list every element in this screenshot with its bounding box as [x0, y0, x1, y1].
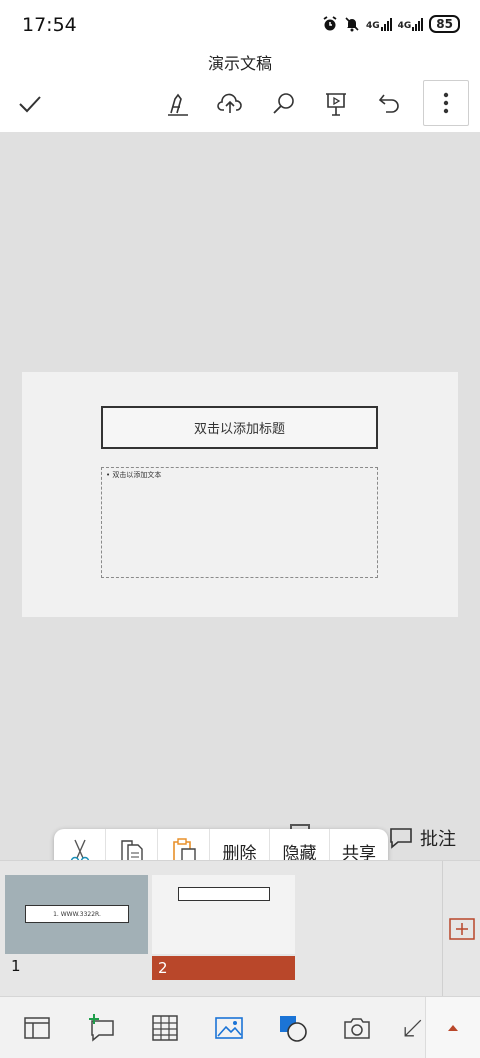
thumbnail-title-box — [178, 887, 270, 901]
comment-label: 批注 — [420, 829, 456, 850]
done-button[interactable] — [8, 84, 52, 124]
insert-shapes-button[interactable] — [276, 1011, 310, 1045]
slide-thumbnail-1[interactable]: 1. WWW.3322R. — [5, 875, 148, 954]
network-type-label: 4G — [365, 21, 380, 31]
alarm-icon — [323, 16, 337, 31]
bullet: • — [106, 471, 111, 479]
body-placeholder[interactable]: • 双击以添加文本 — [101, 467, 378, 578]
search-button[interactable] — [262, 84, 306, 124]
title-placeholder[interactable]: 双击以添加标题 — [101, 406, 378, 449]
comment-button[interactable]: 批注 — [388, 824, 456, 852]
signal-bars-icon — [412, 17, 424, 31]
battery-indicator: 85 — [429, 15, 460, 33]
thumbnail-text-box: 1. WWW.3322R. — [25, 905, 129, 923]
insert-picture-button[interactable] — [212, 1011, 246, 1045]
table-icon — [152, 1015, 178, 1041]
network-type-label: 4G — [397, 21, 412, 31]
status-icons: 4G 4G 85 — [322, 15, 460, 33]
status-time: 17:54 — [22, 14, 77, 36]
present-icon — [326, 93, 346, 116]
new-comment-icon — [89, 1014, 114, 1042]
slide-thumbnails: 1. WWW.3322R. 1 2 — [0, 860, 480, 997]
status-bar: 17:54 4G 4G 85 — [0, 0, 480, 48]
body-placeholder-label: 双击以添加文本 — [112, 471, 162, 479]
slide-canvas[interactable]: 双击以添加标题 • 双击以添加文本 — [22, 372, 458, 617]
slide-number-2: 2 — [152, 956, 295, 980]
layout-icon — [24, 1017, 50, 1039]
cell-signal-2: 4G — [398, 17, 424, 31]
camera-button[interactable] — [340, 1011, 374, 1045]
undo-icon — [378, 94, 399, 113]
pen-icon — [168, 93, 188, 116]
body-placeholder-text: • 双击以添加文本 — [106, 470, 161, 480]
draw-arrow-button[interactable] — [400, 1011, 426, 1045]
new-comment-button[interactable] — [84, 1011, 118, 1045]
expand-toolbar-button[interactable] — [425, 997, 480, 1058]
add-slide-icon — [448, 918, 475, 940]
insert-toolbar — [0, 996, 480, 1058]
signal-bars-icon — [380, 17, 392, 31]
present-button[interactable] — [314, 84, 358, 124]
shapes-icon — [280, 1016, 307, 1042]
comment-icon — [390, 828, 412, 849]
camera-icon — [344, 1018, 370, 1039]
picture-icon — [215, 1017, 243, 1039]
draw-arrow-icon — [404, 1019, 422, 1037]
cloud-upload-icon — [217, 93, 242, 113]
layout-button[interactable] — [20, 1011, 54, 1045]
slide-thumbnail-2[interactable] — [152, 875, 295, 954]
draw-button[interactable] — [156, 84, 200, 124]
insert-table-button[interactable] — [148, 1011, 182, 1045]
more-vertical-icon — [443, 92, 449, 114]
more-options-button[interactable] — [423, 80, 469, 126]
mute-bell-icon — [345, 17, 359, 32]
document-title[interactable]: 演示文稿 — [0, 50, 480, 74]
app-header: 演示文稿 — [0, 48, 480, 132]
search-icon — [273, 93, 294, 114]
save-cloud-button[interactable] — [208, 84, 252, 124]
add-slide-button[interactable] — [442, 861, 480, 997]
checkmark-icon — [19, 96, 41, 113]
slide-number-1: 1 — [11, 957, 21, 975]
triangle-up-icon — [448, 1025, 458, 1031]
undo-button[interactable] — [368, 84, 412, 124]
cell-signal-1: 4G — [366, 17, 392, 31]
